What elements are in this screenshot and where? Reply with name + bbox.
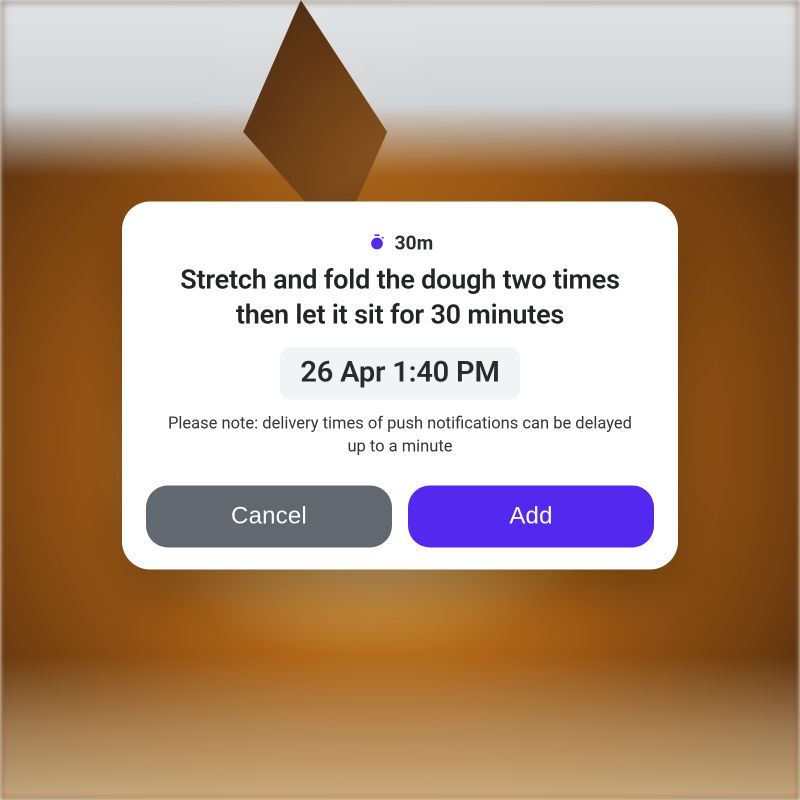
reminder-dialog: 30m Stretch and fold the dough two times… — [122, 201, 678, 569]
cancel-button[interactable]: Cancel — [146, 485, 392, 547]
scheduled-time-chip[interactable]: 26 Apr 1:40 PM — [280, 348, 519, 400]
delay-note: Please note: delivery times of push noti… — [164, 414, 636, 460]
timer-icon — [367, 233, 387, 253]
dialog-title: Stretch and fold the dough two times the… — [152, 262, 648, 331]
duration-label: 30m — [395, 231, 434, 254]
add-button[interactable]: Add — [408, 485, 654, 547]
viewport: 30m Stretch and fold the dough two times… — [0, 0, 800, 800]
dialog-button-row: Cancel Add — [146, 485, 654, 547]
duration-row: 30m — [367, 231, 434, 254]
